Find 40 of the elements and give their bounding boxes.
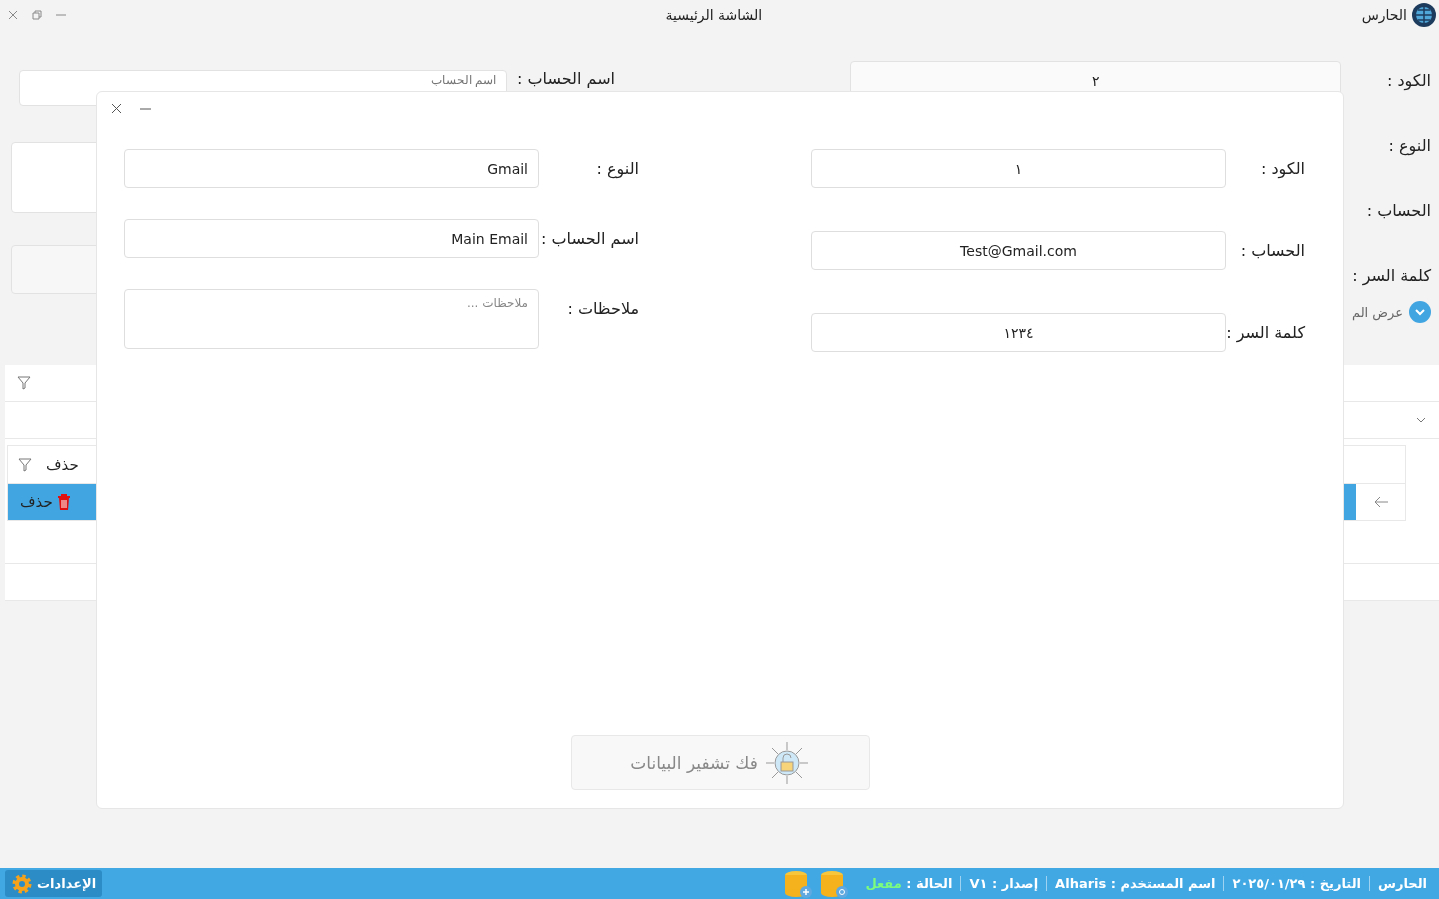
field-label: الحساب : bbox=[1239, 240, 1306, 262]
app-name: الحارس bbox=[1361, 7, 1407, 23]
text-field[interactable]: Main Email bbox=[124, 219, 539, 258]
close-icon[interactable] bbox=[8, 10, 18, 20]
settings-button[interactable]: الإعدادات bbox=[5, 870, 103, 897]
status-state: الحالة : مفعل bbox=[864, 876, 954, 891]
field-label: النوع : bbox=[595, 158, 640, 181]
toggle-label[interactable]: عرض الم bbox=[1352, 304, 1403, 320]
status-app-name: الحارس bbox=[1369, 876, 1435, 891]
field-label: كلمة السر : bbox=[1226, 322, 1306, 345]
database-icon[interactable] bbox=[783, 869, 814, 898]
field-label: الكود : bbox=[1259, 158, 1306, 181]
field-label: كلمة السر : bbox=[1351, 266, 1431, 285]
chevron-down-icon[interactable] bbox=[1409, 301, 1431, 323]
gear-icon bbox=[11, 872, 33, 895]
field-label: ملاحظات : bbox=[566, 298, 640, 320]
notes-field[interactable]: ملاحظات ... bbox=[124, 289, 539, 349]
text-field[interactable]: ١ bbox=[811, 149, 1226, 188]
status-version: إصدار : V١ bbox=[960, 876, 1047, 891]
window-title: الشاشة الرئيسية bbox=[665, 7, 763, 23]
status-user: اسم المستخدم : Alharis bbox=[1046, 876, 1224, 891]
unlock-icon bbox=[763, 739, 810, 786]
field-label: النوع : bbox=[1387, 136, 1431, 155]
field-label: اسم الحساب : bbox=[540, 228, 640, 250]
delete-button[interactable]: حذف bbox=[14, 492, 77, 512]
trash-icon bbox=[56, 494, 71, 510]
restore-icon[interactable] bbox=[32, 10, 42, 20]
text-field[interactable]: Gmail bbox=[124, 149, 539, 188]
field-label: اسم الحساب : bbox=[517, 70, 615, 88]
field-label: الحساب : bbox=[1365, 201, 1431, 220]
close-icon[interactable] bbox=[111, 102, 122, 114]
text-field[interactable]: Test@Gmail.com bbox=[811, 231, 1226, 270]
column-header: حذف bbox=[46, 455, 79, 474]
filter-icon[interactable] bbox=[18, 457, 32, 472]
database-icon[interactable] bbox=[819, 869, 850, 898]
status-date: التاريخ : ٢٠٢٥/٠١/٢٩ bbox=[1223, 876, 1369, 891]
filter-icon[interactable] bbox=[17, 376, 31, 390]
arrow-left-icon[interactable] bbox=[1373, 496, 1389, 508]
field-label: الكود : bbox=[1385, 71, 1431, 90]
text-field[interactable]: ١٢٣٤ bbox=[811, 313, 1226, 352]
